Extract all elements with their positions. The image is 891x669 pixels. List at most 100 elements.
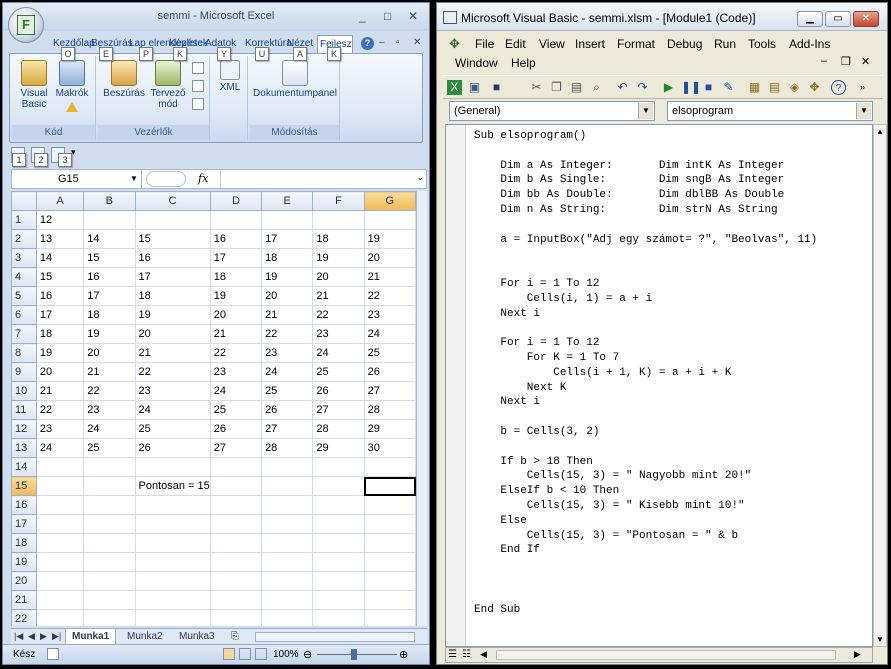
vba-redo-icon[interactable]: ↷	[635, 80, 650, 95]
row-header[interactable]: 15	[11, 476, 37, 496]
code-line[interactable]: Cells(15, 3) = "Pontosan = " & b	[474, 529, 872, 544]
cell-b1[interactable]	[83, 210, 136, 230]
code-line[interactable]	[474, 558, 872, 573]
row-header[interactable]: 9	[11, 362, 37, 382]
cell-f15[interactable]	[312, 476, 365, 496]
office-button[interactable]: F	[8, 7, 44, 43]
row-header[interactable]: 10	[11, 381, 37, 401]
cell-e21[interactable]	[261, 590, 314, 610]
cell-f11[interactable]: 27	[312, 400, 365, 420]
cell-b7[interactable]: 19	[83, 324, 136, 344]
cell-e17[interactable]	[261, 514, 314, 534]
cell-f5[interactable]: 21	[312, 286, 365, 306]
cell-c5[interactable]: 18	[134, 286, 211, 306]
row-header[interactable]: 5	[11, 286, 37, 306]
code-line[interactable]: Next i	[474, 395, 872, 410]
cell-g9[interactable]: 26	[363, 362, 416, 382]
vba-maximize-icon[interactable]: ▭	[825, 11, 851, 27]
page-break-view-icon[interactable]	[255, 648, 267, 660]
code-line[interactable]: Sub elsoprogram()	[474, 129, 872, 144]
code-line[interactable]	[474, 410, 872, 425]
cell-d13[interactable]: 27	[209, 438, 263, 458]
cell-g13[interactable]: 30	[363, 438, 416, 458]
cell-g14[interactable]	[363, 457, 416, 477]
cell-f8[interactable]: 24	[312, 343, 365, 363]
cell-a22[interactable]	[35, 609, 85, 626]
cell-d18[interactable]	[209, 533, 263, 553]
formula-input[interactable]	[220, 170, 412, 188]
cell-c6[interactable]: 19	[134, 305, 211, 325]
cell-g7[interactable]: 24	[363, 324, 416, 344]
object-combo[interactable]: (General) ▼	[449, 101, 655, 121]
sheet-tab-munka1[interactable]: Munka1	[65, 629, 117, 645]
row-header[interactable]: 16	[11, 495, 37, 515]
cell-f13[interactable]: 29	[312, 438, 365, 458]
cell-a3[interactable]: 14	[35, 248, 85, 268]
cell-b4[interactable]: 16	[83, 267, 136, 287]
cell-a20[interactable]	[35, 571, 85, 591]
cell-e6[interactable]: 21	[261, 305, 314, 325]
code-line[interactable]	[474, 321, 872, 336]
procedure-combo-arrow-icon[interactable]: ▼	[856, 103, 871, 119]
row-header[interactable]: 13	[11, 438, 37, 458]
cell-d12[interactable]: 26	[209, 419, 263, 439]
cell-g3[interactable]: 20	[363, 248, 416, 268]
paste-icon[interactable]: ▤	[569, 80, 584, 95]
cell-d4[interactable]: 18	[209, 267, 263, 287]
cell-a16[interactable]	[35, 495, 85, 515]
row-header[interactable]: 20	[11, 571, 37, 591]
cell-f7[interactable]: 23	[312, 324, 365, 344]
cell-a14[interactable]	[35, 457, 85, 477]
row-header[interactable]: 2	[11, 229, 37, 249]
name-box-dropdown-icon[interactable]: ▼	[130, 170, 138, 188]
object-combo-arrow-icon[interactable]: ▼	[638, 103, 653, 119]
reset-icon[interactable]: ■	[701, 80, 716, 95]
cell-f2[interactable]: 18	[312, 229, 365, 249]
cell-g22[interactable]	[363, 609, 416, 626]
code-line[interactable]: Dim a As Integer: Dim intK As Integer	[474, 159, 872, 174]
cell-f19[interactable]	[312, 552, 365, 572]
cell-e5[interactable]: 20	[261, 286, 314, 306]
code-line[interactable]: Cells(i + 1, K) = a + i + K	[474, 366, 872, 381]
cell-d1[interactable]	[209, 210, 263, 230]
code-window[interactable]: Sub elsoprogram() Dim a As Integer: Dim …	[445, 124, 873, 647]
cell-d8[interactable]: 22	[209, 343, 263, 363]
cell-a17[interactable]	[35, 514, 85, 534]
vertical-scrollbar[interactable]	[416, 191, 427, 626]
code-line[interactable]	[474, 144, 872, 159]
cell-g17[interactable]	[363, 514, 416, 534]
run-icon[interactable]: ▶	[661, 80, 676, 95]
cell-e15[interactable]	[261, 476, 314, 496]
cell-d15[interactable]	[209, 476, 263, 496]
cell-e18[interactable]	[261, 533, 314, 553]
vba-close-icon[interactable]: ✕	[853, 11, 879, 27]
cell-d2[interactable]: 16	[209, 229, 263, 249]
code-line[interactable]	[474, 247, 872, 262]
expand-formula-icon[interactable]: ⌄	[416, 172, 424, 183]
cell-c1[interactable]	[134, 210, 211, 230]
code-line[interactable]	[474, 573, 872, 588]
row-header[interactable]: 19	[11, 552, 37, 572]
cell-d3[interactable]: 17	[209, 248, 263, 268]
column-header-a[interactable]: A	[35, 191, 85, 211]
hscroll-right-icon[interactable]: ▶	[854, 649, 861, 660]
child-close-icon[interactable]: ✕	[861, 55, 870, 68]
cell-d21[interactable]	[209, 590, 263, 610]
ribbon-close-icon[interactable]: ✕	[413, 37, 421, 48]
code-line[interactable]: Cells(15, 3) = " Kisebb mint 10!"	[474, 499, 872, 514]
toolbox-icon[interactable]: ✥	[807, 80, 822, 95]
cell-b20[interactable]	[83, 571, 136, 591]
tervezo-mod-button[interactable]: Tervező mód	[148, 60, 188, 110]
cell-c11[interactable]: 24	[134, 400, 211, 420]
cell-b17[interactable]	[83, 514, 136, 534]
column-header-e[interactable]: E	[261, 191, 314, 211]
vba-undo-icon[interactable]: ↶	[615, 80, 630, 95]
cell-c19[interactable]	[134, 552, 211, 572]
cell-b3[interactable]: 15	[83, 248, 136, 268]
cell-f16[interactable]	[312, 495, 365, 515]
project-explorer-icon[interactable]: ▦	[747, 80, 762, 95]
close-icon[interactable]: ✕	[408, 9, 418, 23]
row-header[interactable]: 21	[11, 590, 37, 610]
ribbon-minimize-icon[interactable]: –	[379, 37, 385, 48]
cell-e3[interactable]: 18	[261, 248, 314, 268]
